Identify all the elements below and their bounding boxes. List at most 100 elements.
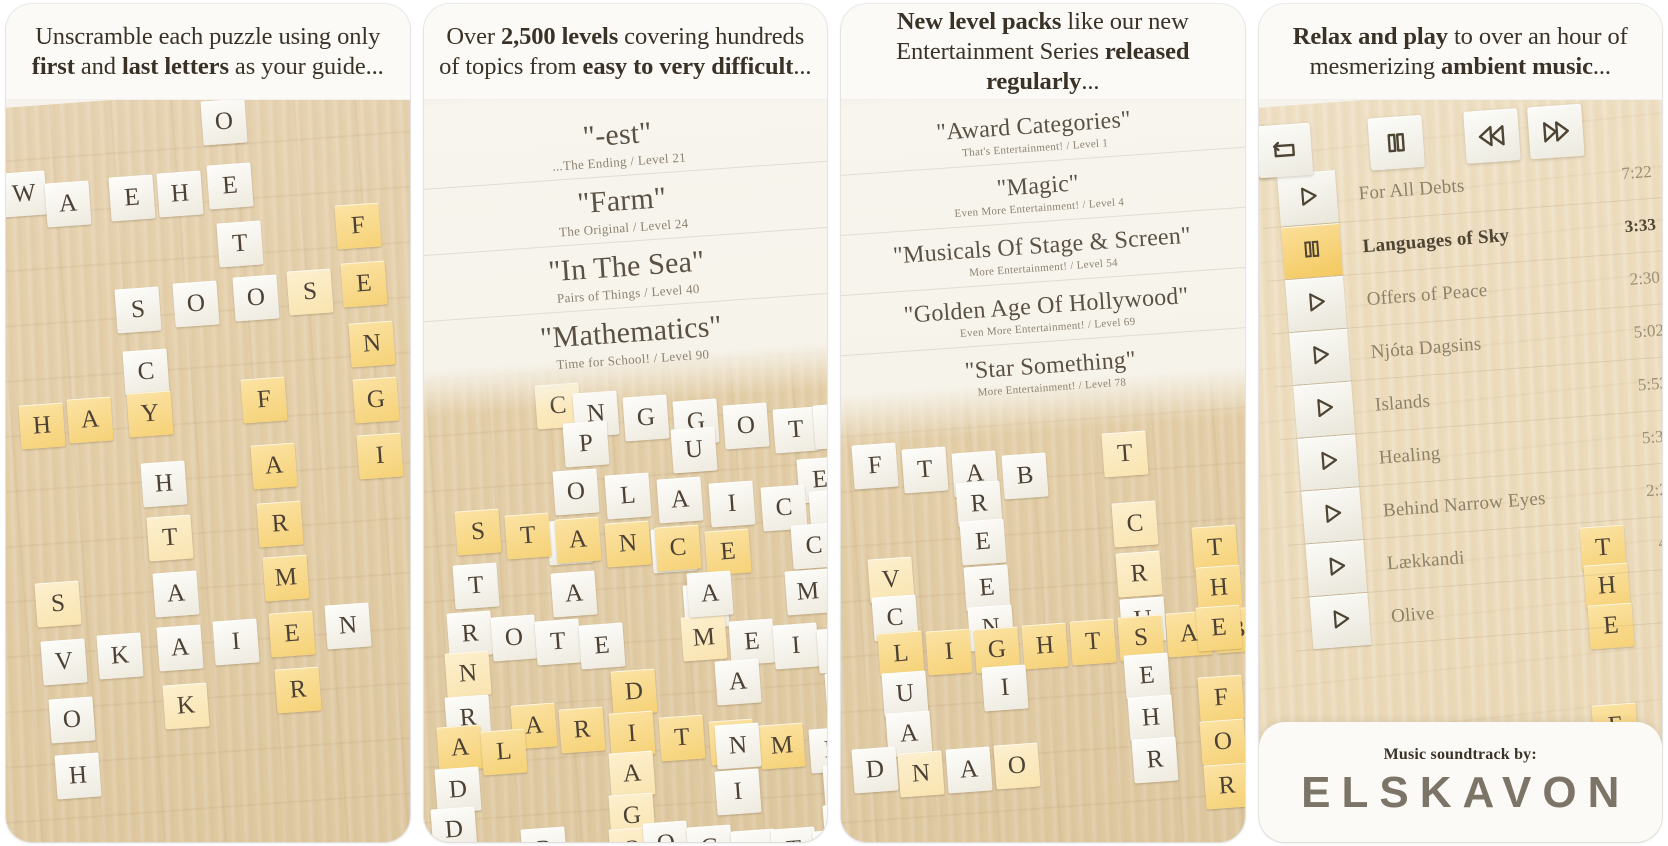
letter-tile[interactable]: S (453, 508, 502, 556)
letter-tile[interactable]: H (140, 460, 188, 508)
letter-tile[interactable]: S (114, 286, 162, 334)
letter-tile[interactable]: O (1199, 718, 1245, 766)
letter-tile[interactable]: T (451, 562, 500, 610)
repeat-button[interactable] (1258, 122, 1314, 179)
letter-tile[interactable]: E (340, 260, 388, 308)
letter-tile[interactable]: I (707, 480, 756, 528)
letter-tile[interactable]: N (811, 402, 827, 450)
letter-tile[interactable]: U (669, 426, 718, 474)
letter-tile[interactable]: N (443, 650, 492, 698)
forward-button[interactable] (1527, 103, 1585, 160)
letter-tile[interactable]: H (1021, 622, 1069, 670)
letter-tile[interactable]: I (823, 670, 827, 718)
track-play-button[interactable] (1304, 540, 1367, 597)
letter-tile[interactable]: R (256, 500, 304, 548)
letter-tile[interactable]: I (925, 628, 973, 676)
letter-tile[interactable]: C (122, 348, 170, 396)
letter-tile[interactable]: H (54, 752, 102, 800)
letter-tile[interactable]: G (685, 824, 734, 842)
letter-tile[interactable]: A (435, 724, 484, 772)
letter-tile[interactable]: F (334, 202, 382, 250)
letter-tile[interactable]: I (212, 618, 260, 666)
letter-tile[interactable]: R (557, 706, 606, 754)
letter-tile[interactable]: B (1001, 452, 1049, 500)
letter-tile[interactable]: I (981, 664, 1029, 712)
letter-tile[interactable]: A (685, 570, 734, 618)
letter-tile[interactable]: M (262, 554, 310, 602)
rewind-button[interactable] (1463, 108, 1521, 164)
letter-tile[interactable]: C (1111, 500, 1159, 548)
letter-tile[interactable]: T (216, 220, 264, 268)
letter-tile[interactable]: A (250, 442, 298, 490)
letter-tile[interactable]: T (771, 406, 820, 454)
letter-tile[interactable]: R (1131, 736, 1179, 784)
letter-tile[interactable]: E (108, 174, 156, 222)
letter-tile[interactable]: H (1127, 694, 1175, 742)
letter-tile[interactable]: R (1203, 762, 1245, 810)
letter-tile[interactable]: N (821, 762, 827, 810)
letter-tile[interactable]: O (641, 820, 690, 842)
letter-tile[interactable]: T (1101, 430, 1149, 478)
letter-tile[interactable]: L (603, 472, 652, 520)
letter-tile[interactable]: N (348, 320, 396, 368)
track-play-button[interactable] (1296, 434, 1359, 491)
letter-tile[interactable]: A (156, 624, 204, 672)
letter-tile[interactable]: O (48, 696, 96, 744)
letter-tile[interactable]: D (429, 806, 478, 842)
letter-tile[interactable]: N (897, 750, 945, 798)
letter-tile[interactable]: O (172, 280, 220, 328)
letter-tile[interactable]: M (679, 614, 728, 662)
letter-tile[interactable]: A (945, 746, 993, 794)
letter-tile[interactable]: A (655, 476, 704, 524)
track-play-button[interactable] (1300, 487, 1363, 544)
level-list[interactable]: "-est" ...The Ending / Level 21 "Farm" The … (423, 75, 827, 420)
letter-tile[interactable]: A (66, 396, 114, 444)
track-play-button[interactable] (1288, 328, 1351, 385)
track-pause-button[interactable] (1280, 223, 1343, 280)
letter-tile[interactable]: H (18, 402, 66, 450)
letter-tile[interactable]: E (268, 610, 316, 658)
letter-tile[interactable]: G (352, 376, 400, 424)
letter-tile[interactable]: T (503, 512, 552, 560)
letter-tile[interactable]: T (146, 514, 194, 562)
letter-tile[interactable]: I (771, 622, 820, 670)
letter-tile[interactable]: E (577, 622, 626, 670)
track-play-button[interactable] (1308, 592, 1371, 650)
track-play-button[interactable] (1292, 381, 1355, 438)
letter-tile[interactable]: S (286, 268, 334, 316)
letter-tile[interactable]: E (703, 528, 752, 576)
letter-tile[interactable]: M (783, 568, 827, 616)
letter-tile[interactable]: O (993, 742, 1041, 790)
letter-tile[interactable]: H (156, 170, 204, 218)
letter-tile[interactable]: R (274, 666, 322, 714)
letter-tile[interactable]: P (561, 420, 610, 468)
letter-tile[interactable]: S (34, 580, 82, 628)
letter-tile[interactable]: T (533, 618, 582, 666)
letter-tile[interactable]: V (40, 638, 88, 686)
letter-tile[interactable]: E (1195, 604, 1243, 652)
letter-tile[interactable]: O (232, 274, 280, 322)
letter-tile[interactable]: T (901, 446, 949, 494)
letter-tile[interactable]: Y (126, 390, 174, 438)
letter-tile[interactable]: A (607, 750, 656, 798)
letter-tile[interactable]: C (811, 828, 827, 842)
letter-tile[interactable]: A (713, 658, 762, 706)
letter-tile[interactable]: F (240, 376, 288, 424)
letter-tile[interactable]: E (959, 518, 1007, 566)
letter-tile[interactable]: N (713, 722, 762, 770)
letter-tile[interactable]: E (1123, 652, 1171, 700)
letter-tile[interactable]: N (603, 520, 652, 568)
letter-tile[interactable]: F (1197, 674, 1245, 722)
letter-tile[interactable]: M (757, 722, 806, 770)
letter-tile[interactable]: A (152, 570, 200, 618)
letter-tile[interactable]: D (609, 668, 658, 716)
letter-tile[interactable]: C (653, 524, 702, 572)
letter-tile[interactable]: F (851, 442, 899, 490)
letter-tile[interactable]: O (551, 468, 600, 516)
letter-tile[interactable]: T (657, 714, 706, 762)
letter-tile[interactable]: C (789, 522, 827, 570)
letter-tile[interactable]: I (713, 768, 762, 816)
letter-tile[interactable]: K (96, 632, 144, 680)
letter-tile[interactable]: E (206, 162, 254, 210)
letter-tile[interactable]: K (162, 682, 210, 730)
